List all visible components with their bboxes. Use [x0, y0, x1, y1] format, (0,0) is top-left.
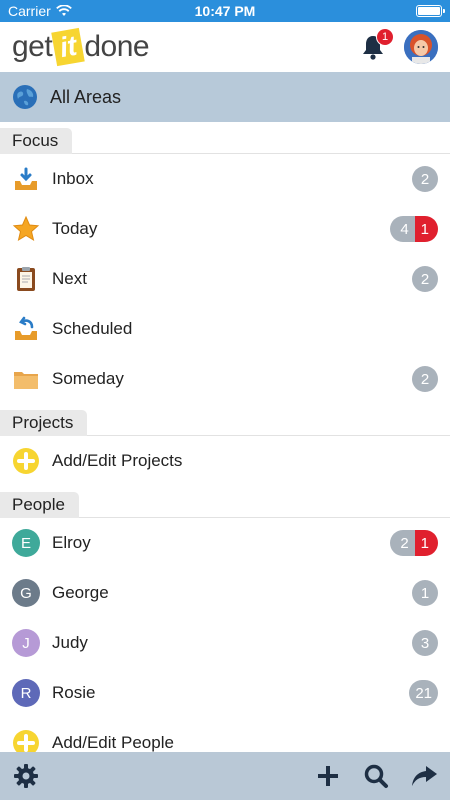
plus-icon: [318, 766, 338, 786]
search-icon: [364, 764, 388, 788]
add-edit-projects-button[interactable]: Add/Edit Projects: [0, 436, 450, 486]
count-badge: 2: [412, 366, 438, 392]
section-projects: Projects: [0, 404, 450, 436]
share-arrow-icon: [412, 766, 437, 786]
section-focus: Focus: [0, 122, 450, 154]
person-avatar: G: [12, 579, 40, 607]
avatar-icon: [404, 30, 438, 64]
count-badge: 21: [409, 680, 438, 706]
notifications-button[interactable]: 1: [358, 28, 394, 62]
search-button[interactable]: [362, 762, 390, 790]
person-item-elroy[interactable]: E Elroy 2 1: [0, 518, 450, 568]
overdue-badge: 1: [414, 530, 438, 556]
focus-item-today[interactable]: Today 4 1: [0, 204, 450, 254]
person-avatar: R: [12, 679, 40, 707]
plus-circle-icon: [12, 447, 40, 475]
elroy-count-pill: 2 1: [390, 530, 438, 556]
add-edit-people-button[interactable]: Add/Edit People: [0, 718, 450, 752]
app-logo: get it done: [12, 27, 150, 67]
plus-circle-icon: [12, 729, 40, 752]
battery-icon: [416, 5, 445, 17]
focus-item-next[interactable]: Next 2: [0, 254, 450, 304]
logo-get: get: [12, 30, 53, 63]
clipboard-icon: [12, 265, 40, 293]
all-areas-label: All Areas: [50, 86, 122, 107]
item-label: Someday: [52, 369, 124, 388]
settings-button[interactable]: [12, 762, 40, 790]
item-label: Today: [52, 219, 98, 238]
share-button[interactable]: [410, 762, 438, 790]
item-label: Rosie: [52, 683, 96, 702]
count-badge: 2: [412, 266, 438, 292]
count-badge: 2: [412, 166, 438, 192]
item-label: Elroy: [52, 533, 91, 552]
star-icon: [12, 215, 40, 243]
scheduled-tray-icon: [12, 315, 40, 343]
section-title: Focus: [0, 128, 73, 154]
count-badge: 2: [390, 530, 415, 556]
bottom-toolbar: [0, 752, 450, 800]
logo-done: done: [84, 30, 150, 63]
focus-item-someday[interactable]: Someday 2: [0, 354, 450, 404]
folder-icon: [12, 365, 40, 393]
logo-it: it: [51, 27, 86, 67]
overdue-badge: 1: [414, 216, 438, 242]
all-areas-selector[interactable]: All Areas: [0, 72, 450, 122]
today-count-pill: 4 1: [390, 216, 438, 242]
person-item-judy[interactable]: J Judy 3: [0, 618, 450, 668]
item-label: George: [52, 583, 109, 602]
notification-badge: 1: [376, 28, 394, 46]
person-item-rosie[interactable]: R Rosie 21: [0, 668, 450, 718]
focus-item-scheduled[interactable]: Scheduled: [0, 304, 450, 354]
count-badge: 4: [390, 216, 415, 242]
wifi-icon: [55, 5, 72, 16]
item-label: Scheduled: [52, 319, 133, 338]
person-avatar: J: [12, 629, 40, 657]
count-badge: 3: [412, 630, 438, 656]
item-label: Add/Edit Projects: [52, 451, 183, 470]
focus-item-inbox[interactable]: Inbox 2: [0, 154, 450, 204]
gear-icon: [14, 764, 38, 788]
status-time: 10:47 PM: [194, 3, 256, 19]
add-button[interactable]: [314, 762, 342, 790]
person-item-george[interactable]: G George 1: [0, 568, 450, 618]
status-bar: Carrier 10:47 PM: [0, 0, 450, 22]
globe-icon: [13, 85, 37, 109]
count-badge: 1: [412, 580, 438, 606]
app-header: get it done 1: [0, 22, 450, 72]
status-right: [292, 5, 445, 17]
person-avatar: E: [12, 529, 40, 557]
inbox-icon: [12, 165, 40, 193]
item-label: Judy: [52, 633, 88, 652]
user-avatar[interactable]: [404, 30, 438, 64]
section-title: Projects: [0, 410, 88, 436]
item-label: Inbox: [52, 169, 94, 188]
item-label: Next: [52, 269, 87, 288]
section-people: People: [0, 486, 450, 518]
carrier-label: Carrier: [8, 3, 51, 19]
header-actions: 1: [358, 28, 438, 64]
item-label: Add/Edit People: [52, 733, 174, 752]
section-title: People: [0, 492, 79, 518]
toolbar-actions: [314, 762, 438, 790]
status-left: Carrier: [8, 3, 158, 19]
main-list[interactable]: Focus Inbox 2 Today 4 1 Next 2 Scheduled…: [0, 122, 450, 752]
